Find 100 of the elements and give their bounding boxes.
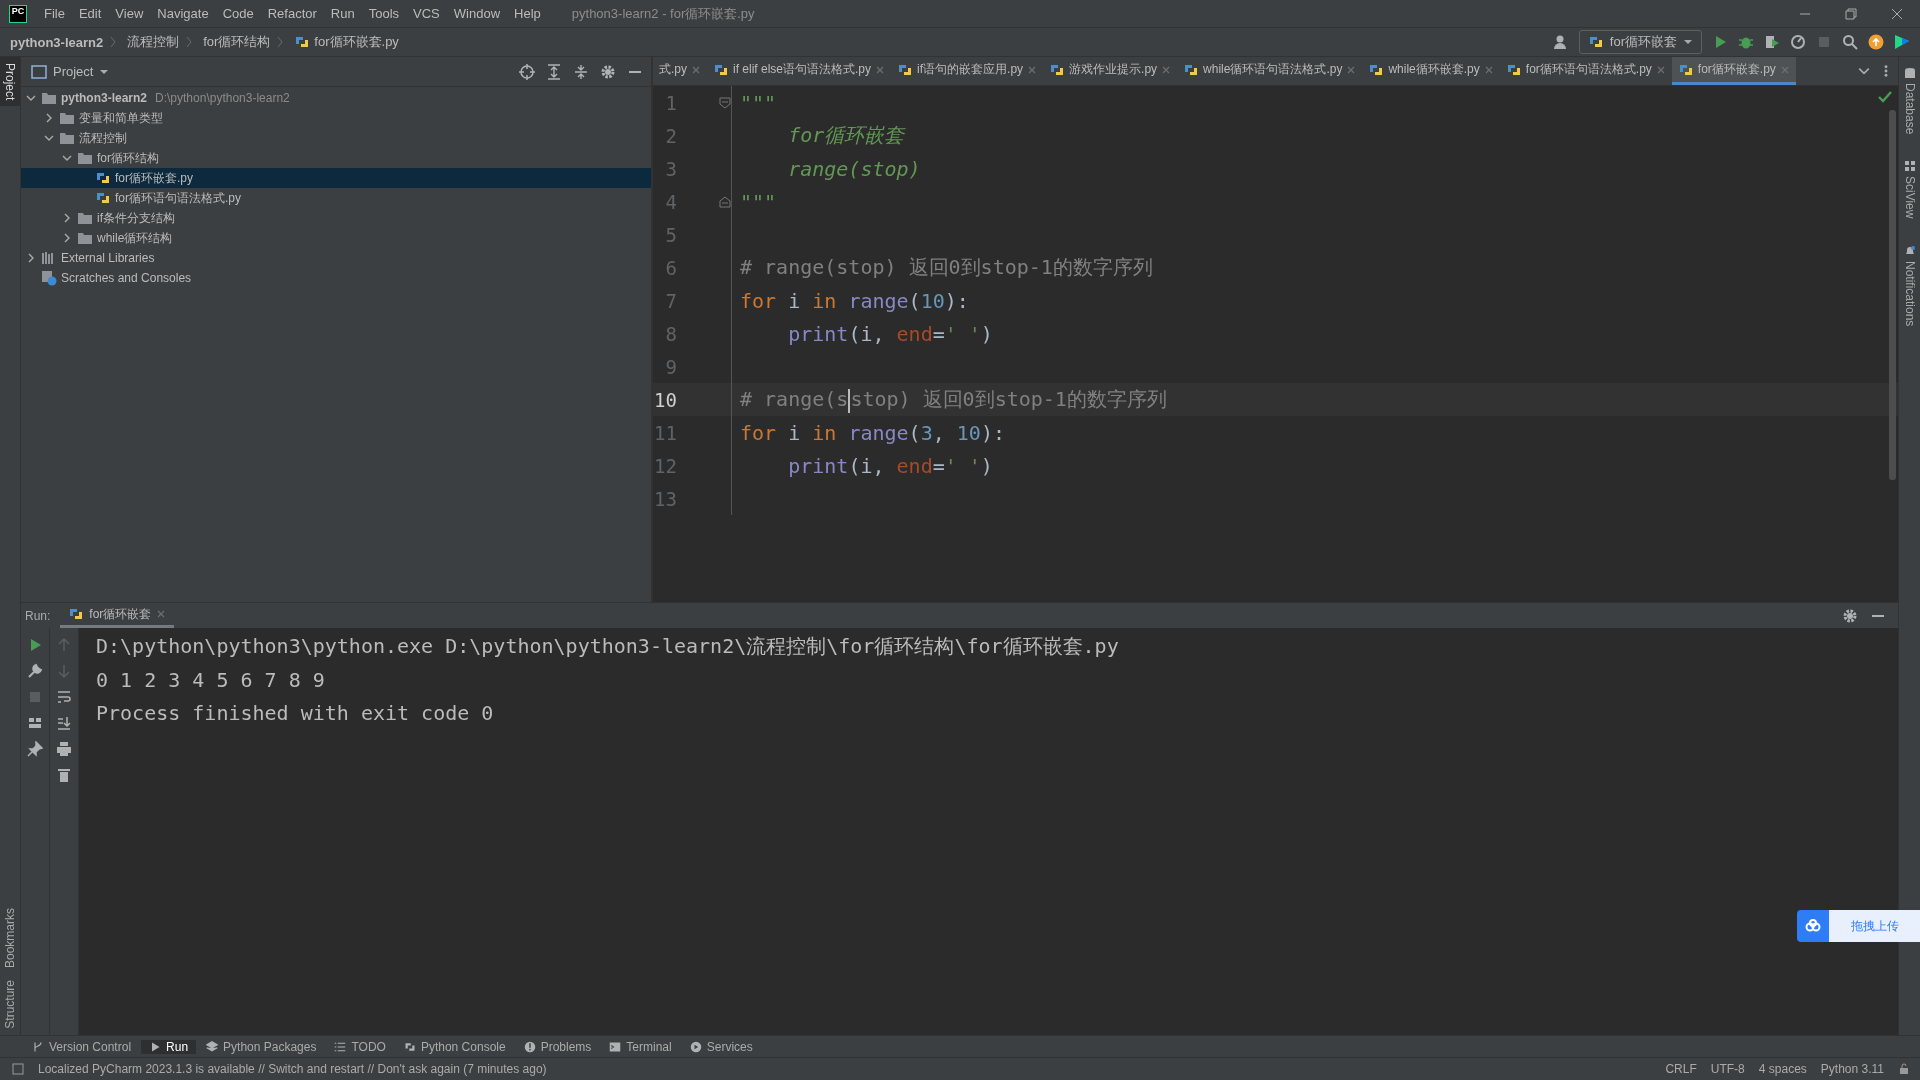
- line-number: 6: [664, 256, 678, 279]
- coverage-icon[interactable]: [1764, 34, 1780, 50]
- crosshair-icon[interactable]: [519, 63, 535, 80]
- expand-all-icon[interactable]: [546, 63, 562, 80]
- tool-window-tab[interactable]: Project: [0, 57, 20, 107]
- editor-tab[interactable]: for循环嵌套.py: [1671, 57, 1796, 85]
- layout-icon[interactable]: [27, 715, 43, 731]
- status-item[interactable]: Python 3.11: [1820, 1062, 1884, 1076]
- breadcrumb[interactable]: python3-learn2: [0, 34, 110, 50]
- menu-item[interactable]: View: [108, 6, 151, 21]
- menu-item[interactable]: Run: [323, 6, 362, 21]
- collapse-all-icon[interactable]: [573, 63, 589, 80]
- run-config-dropdown[interactable]: for循环嵌套: [1578, 30, 1702, 54]
- breadcrumb[interactable]: 流程控制: [117, 33, 186, 51]
- tool-window-tab[interactable]: Bookmarks: [0, 902, 20, 975]
- upload-button[interactable]: 拖拽上传: [1829, 910, 1920, 942]
- editor-tab[interactable]: 游戏作业提示.py: [1043, 57, 1178, 85]
- breadcrumb[interactable]: for循环嵌套.py: [284, 33, 405, 51]
- fold-icon[interactable]: [719, 96, 731, 109]
- chevron-right-icon[interactable]: [62, 213, 72, 223]
- fold-end-icon[interactable]: [719, 195, 731, 208]
- menu-item[interactable]: Navigate: [150, 6, 216, 21]
- menu-item[interactable]: Tools: [361, 6, 407, 21]
- search-icon[interactable]: [1842, 34, 1858, 50]
- folder-icon: [77, 210, 93, 226]
- tree-item[interactable]: for循环语句语法格式.py: [21, 188, 651, 208]
- check-icon: [1878, 90, 1892, 104]
- menu-item[interactable]: File: [37, 6, 72, 21]
- editor-tab[interactable]: while循环语句语法格式.py: [1177, 57, 1363, 85]
- chevron-right-icon[interactable]: [26, 253, 36, 263]
- editor-tab[interactable]: 式.py: [653, 57, 707, 85]
- line-number: 7: [664, 289, 678, 312]
- chevron-right-icon[interactable]: [44, 113, 54, 123]
- scrollbar[interactable]: [1889, 110, 1896, 480]
- editor-tab[interactable]: if语句的嵌套应用.py: [891, 57, 1044, 85]
- tool-window-tab[interactable]: Notifications: [1899, 238, 1920, 333]
- menu-item[interactable]: Edit: [71, 6, 109, 21]
- tree-item[interactable]: for循环结构: [21, 148, 651, 168]
- chevron-down-icon[interactable]: [44, 133, 54, 143]
- python-file-icon: [294, 34, 311, 50]
- bell-icon: [1903, 244, 1916, 257]
- tree-item[interactable]: 流程控制: [21, 128, 651, 148]
- tool-window-tab[interactable]: SciView: [1899, 154, 1920, 225]
- tool-window-button[interactable]: Python Packages: [198, 1039, 325, 1054]
- status-message[interactable]: Localized PyCharm 2023.1.3 is available // Switch and restart // Don't ask again (7 minutes ago): [38, 1062, 547, 1076]
- scroll-to-end-icon[interactable]: [56, 715, 72, 731]
- editor-tab[interactable]: if elif else语句语法格式.py: [707, 57, 892, 85]
- plugin-logo-icon[interactable]: [1894, 34, 1910, 50]
- lock-icon[interactable]: [1898, 1063, 1910, 1075]
- editor-tab[interactable]: while循环嵌套.py: [1362, 57, 1500, 85]
- status-item[interactable]: CRLF: [1665, 1062, 1697, 1076]
- user-icon[interactable]: [1552, 34, 1569, 50]
- status-item[interactable]: UTF-8: [1710, 1062, 1745, 1076]
- settings-icon[interactable]: [600, 63, 616, 80]
- profile-icon[interactable]: [1790, 34, 1806, 50]
- settings-icon[interactable]: [1842, 607, 1858, 624]
- chevron-down-icon[interactable]: [1858, 65, 1870, 77]
- editor-tab[interactable]: for循环语句语法格式.py: [1499, 57, 1672, 85]
- tool-window-button[interactable]: Problems: [515, 1039, 600, 1054]
- panel-toggle-icon[interactable]: [12, 1063, 24, 1075]
- menu-item[interactable]: VCS: [406, 6, 447, 21]
- tree-item[interactable]: python3-learn2 D:\python\python3-learn2: [21, 88, 651, 108]
- window-icon: [31, 63, 47, 80]
- tool-window-button[interactable]: Terminal: [601, 1039, 680, 1054]
- tree-item[interactable]: 变量和简单类型: [21, 108, 651, 128]
- tool-window-button[interactable]: Python Console: [395, 1039, 514, 1054]
- services-icon: [689, 1040, 702, 1053]
- update-icon[interactable]: [1868, 34, 1884, 50]
- chevron-down-icon[interactable]: [62, 153, 72, 163]
- code-line: for i in range(10):: [740, 288, 969, 313]
- folder-icon: [77, 230, 93, 246]
- tree-item[interactable]: External Libraries: [21, 248, 651, 268]
- menu-item[interactable]: Window: [446, 6, 508, 21]
- chevron-right-icon[interactable]: [62, 233, 72, 243]
- soft-wrap-icon[interactable]: [56, 689, 72, 705]
- pin-icon[interactable]: [27, 741, 43, 757]
- trash-icon[interactable]: [56, 767, 72, 783]
- chevron-down-icon[interactable]: [26, 93, 36, 103]
- tool-window-button[interactable]: TODO: [326, 1039, 394, 1054]
- tree-item[interactable]: while循环结构: [21, 228, 651, 248]
- run-label: Run:: [25, 608, 51, 623]
- line-number: 13: [653, 487, 678, 510]
- menu-item[interactable]: Refactor: [260, 6, 324, 21]
- menu-item[interactable]: Help: [507, 6, 548, 21]
- breadcrumb[interactable]: for循环结构: [193, 33, 277, 51]
- tool-window-button[interactable]: Run: [141, 1039, 197, 1054]
- tree-item[interactable]: if条件分支结构: [21, 208, 651, 228]
- folder-icon: [41, 90, 57, 106]
- menu-item[interactable]: Code: [215, 6, 261, 21]
- tool-window-tab[interactable]: Structure: [0, 974, 20, 1035]
- tool-window-button[interactable]: Version Control: [24, 1039, 140, 1054]
- wrench-icon[interactable]: [27, 663, 43, 679]
- status-item[interactable]: 4 spaces: [1758, 1062, 1807, 1076]
- line-number: 5: [664, 223, 678, 246]
- tree-item[interactable]: Scratches and Consoles: [21, 268, 651, 288]
- tool-window-tab[interactable]: Database: [1899, 61, 1920, 141]
- print-icon[interactable]: [56, 741, 72, 757]
- tool-window-button[interactable]: Services: [681, 1039, 761, 1054]
- panel-title[interactable]: Project: [53, 64, 94, 79]
- tree-item[interactable]: for循环嵌套.py: [21, 168, 651, 188]
